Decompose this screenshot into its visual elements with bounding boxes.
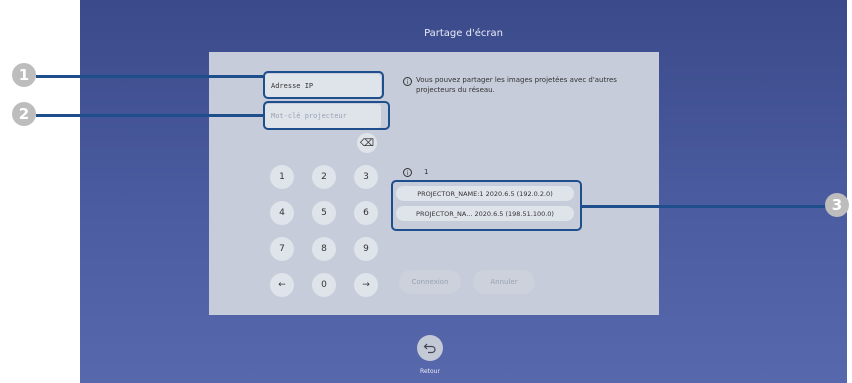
- projector-count: 1: [424, 168, 429, 176]
- back-button[interactable]: [417, 335, 443, 361]
- info-icon: i: [403, 77, 412, 86]
- key-0[interactable]: 0: [312, 273, 336, 297]
- key-6[interactable]: 6: [354, 201, 378, 225]
- back-label: Retour: [420, 368, 440, 375]
- highlight-ip-field: [263, 71, 384, 99]
- key-5[interactable]: 5: [312, 201, 336, 225]
- cancel-button[interactable]: Annuler: [473, 270, 535, 294]
- key-3[interactable]: 3: [354, 165, 378, 189]
- backspace-icon[interactable]: ⌫: [357, 133, 377, 153]
- callout-2: 2: [12, 102, 36, 126]
- highlight-projector-list: [391, 180, 582, 231]
- callout-1-leader: [36, 75, 264, 78]
- highlight-keyword-field: [263, 101, 390, 130]
- key-4[interactable]: 4: [270, 201, 294, 225]
- connect-button[interactable]: Connexion: [399, 270, 461, 294]
- callout-1: 1: [12, 63, 36, 87]
- key-1[interactable]: 1: [270, 165, 294, 189]
- info-message: Vous pouvez partager les images projetée…: [416, 76, 617, 94]
- projector-count-icon: i: [403, 168, 412, 177]
- arrow-left-icon[interactable]: ←: [270, 273, 294, 297]
- callout-2-leader: [36, 114, 264, 117]
- page-title: Partage d'écran: [424, 28, 503, 39]
- key-9[interactable]: 9: [354, 237, 378, 261]
- key-8[interactable]: 8: [312, 237, 336, 261]
- back-arrow-icon: [423, 343, 436, 354]
- callout-3-leader: [581, 205, 827, 208]
- callout-3: 3: [825, 193, 849, 217]
- key-7[interactable]: 7: [270, 237, 294, 261]
- arrow-right-icon[interactable]: →: [354, 273, 378, 297]
- key-2[interactable]: 2: [312, 165, 336, 189]
